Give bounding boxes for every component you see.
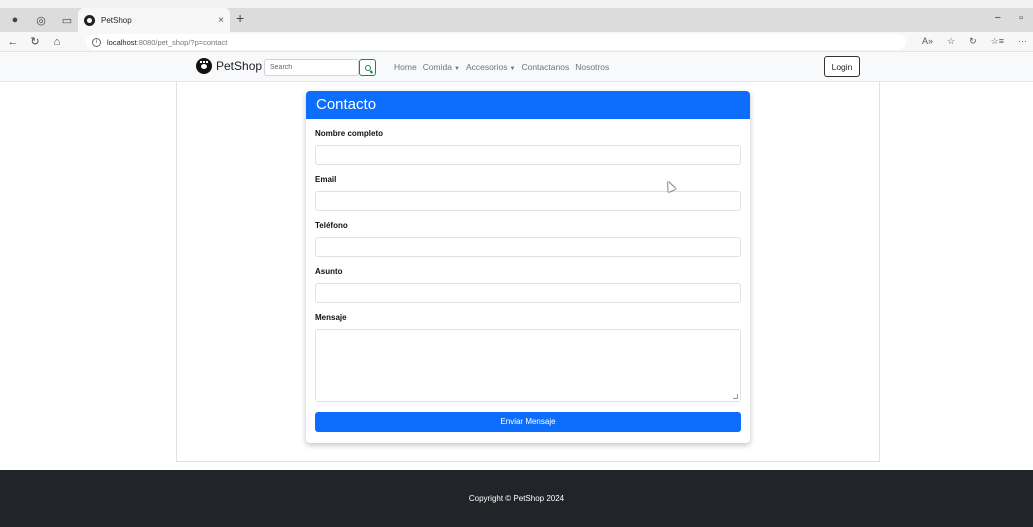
name-field[interactable] [315, 145, 741, 165]
search-input[interactable] [264, 59, 359, 76]
paw-logo-icon [196, 58, 212, 74]
nav-menu: Home Comida ▼ Accesorios ▼ Contactanos Nos… [394, 62, 609, 72]
refresh-page-icon[interactable]: ↻ [969, 36, 977, 47]
site-navbar: PetShop Home Comida▼ Accesorios▼ Contact… [0, 52, 1033, 82]
login-button[interactable]: Login [824, 56, 860, 77]
contact-form: Nombre completo Email Teléfono Asunto Me… [306, 129, 750, 432]
url-field[interactable]: i localhost:8080/pet_shop/?p=contact [86, 34, 906, 50]
brand-link[interactable]: PetShop [196, 58, 262, 74]
address-bar-row: ← ↻ ⌂ i localhost:8080/pet_shop/?p=conta… [0, 32, 1033, 52]
close-tab-icon[interactable]: × [218, 15, 224, 26]
minimize-icon[interactable]: − [995, 12, 1001, 24]
name-label: Nombre completo [315, 129, 384, 138]
send-message-button[interactable]: Enviar Mensaje [315, 412, 741, 432]
phone-field[interactable] [315, 237, 741, 257]
nav-accesorios-dropdown[interactable]: Accesorios ▼ [466, 62, 516, 72]
refresh-icon[interactable]: ↻ [26, 35, 44, 48]
workspaces-icon[interactable]: ◎ [30, 9, 52, 31]
site-info-icon[interactable]: i [92, 37, 101, 47]
tab-title: PetShop [101, 15, 132, 25]
subject-label: Asunto [315, 267, 343, 276]
caret-down-icon: ▼ [453, 66, 460, 72]
window-controls: − ▫ [995, 12, 1023, 24]
search-button[interactable] [359, 59, 376, 76]
read-aloud-icon[interactable]: A» [922, 36, 933, 47]
nav-accesorios-label: Accesorios [465, 62, 508, 72]
nav-comida-dropdown[interactable]: Comida ▼ [423, 62, 460, 72]
search-icon [364, 64, 371, 71]
paw-favicon-icon [84, 14, 95, 26]
back-arrow-icon[interactable]: ← [4, 36, 22, 48]
nav-contactanos[interactable]: Contactanos [521, 62, 569, 72]
browser-tab[interactable]: PetShop × [78, 8, 230, 32]
site-footer: Copyright © PetShop 2024 [0, 470, 1033, 527]
message-label: Mensaje [315, 313, 347, 322]
favorites-icon[interactable]: ☆≡ [991, 36, 1004, 47]
copyright-text: Copyright © PetShop 2024 [468, 494, 565, 503]
home-icon[interactable]: ⌂ [48, 36, 66, 48]
new-tab-button[interactable]: + [236, 10, 244, 26]
email-field[interactable] [315, 191, 741, 211]
subject-field[interactable] [315, 283, 741, 303]
address-bar-actions: A» ☆ ↻ ☆≡ ··· [922, 36, 1027, 47]
contact-card: Contacto Nombre completo Email Teléfono … [306, 91, 750, 443]
more-icon[interactable]: ··· [1018, 36, 1027, 47]
email-label: Email [315, 175, 337, 184]
url-host: localhost [107, 37, 137, 47]
restore-icon[interactable]: ▫ [1019, 12, 1023, 24]
phone-label: Teléfono [315, 221, 348, 230]
favorite-star-icon[interactable]: ☆ [947, 36, 955, 47]
message-textarea[interactable] [315, 329, 741, 402]
url-path: :8080/pet_shop/?p=contact [136, 37, 228, 47]
profile-icon[interactable]: ● [4, 9, 26, 31]
nav-nosotros[interactable]: Nosotros [575, 62, 609, 72]
nav-comida-label: Comida [422, 62, 452, 72]
brand-name: PetShop [216, 59, 263, 73]
tab-actions-icon[interactable]: ▭ [56, 9, 78, 31]
caret-down-icon: ▼ [509, 66, 516, 72]
nav-home[interactable]: Home [394, 62, 417, 72]
contact-title: Contacto [306, 91, 750, 119]
